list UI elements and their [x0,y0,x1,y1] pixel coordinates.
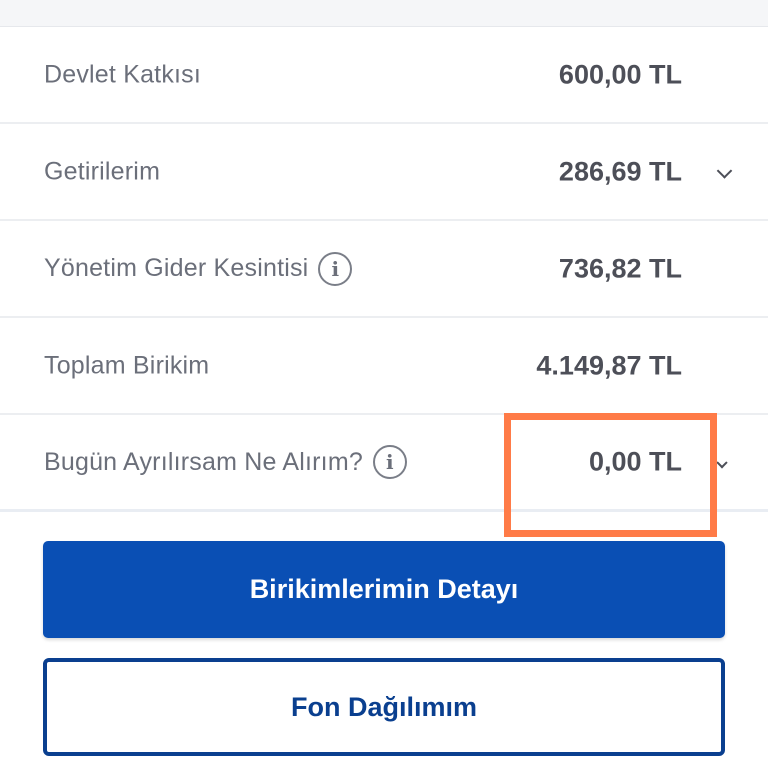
chevron-down-icon[interactable] [716,162,733,179]
row-label: Toplam Birikim [44,351,209,380]
row-bugun-ayrilirsam: Bugün Ayrılırsam Ne Alırım? i 0,00 TL [0,415,768,512]
label-text: Getirilerim [44,157,161,185]
info-circle-icon[interactable]: i [372,445,407,479]
chevron-down-icon[interactable] [716,457,728,469]
row-getirilerim[interactable]: Getirilerim 286,69 TL [0,124,768,221]
savings-details-button[interactable]: Birikimlerimin Detayı [43,541,725,638]
label-text: Yönetim Gider Kesintisi [44,254,309,282]
row-yonetim-gider-kesintisi: Yönetim Gider Kesintisi i 736,82 TL [0,221,768,318]
row-label: Getirilerim [44,157,160,186]
row-label: Yönetim Gider Kesintisi i [44,251,353,286]
savings-summary-list: Devlet Katkısı 600,00 TL Getirilerim 286… [0,27,768,512]
row-label: Devlet Katkısı [44,60,201,89]
top-section-edge [0,0,768,27]
row-value: 736,82 TL [558,253,682,283]
row-label: Bugün Ayrılırsam Ne Alırım? i [44,445,407,479]
label-text: Devlet Katkısı [44,60,202,88]
label-text: Toplam Birikim [44,351,210,379]
info-circle-icon[interactable]: i [318,251,353,286]
row-value: 4.149,87 TL [536,350,682,380]
row-value: 0,00 TL [588,446,682,477]
row-value: 600,00 TL [558,59,682,89]
row-devlet-katkisi: Devlet Katkısı 600,00 TL [0,27,768,124]
label-text: Bugün Ayrılırsam Ne Alırım? [44,447,363,476]
row-value: 286,69 TL [558,156,682,186]
fund-distribution-button[interactable]: Fon Dağılımım [43,658,725,756]
row-toplam-birikim: Toplam Birikim 4.149,87 TL [0,318,768,415]
